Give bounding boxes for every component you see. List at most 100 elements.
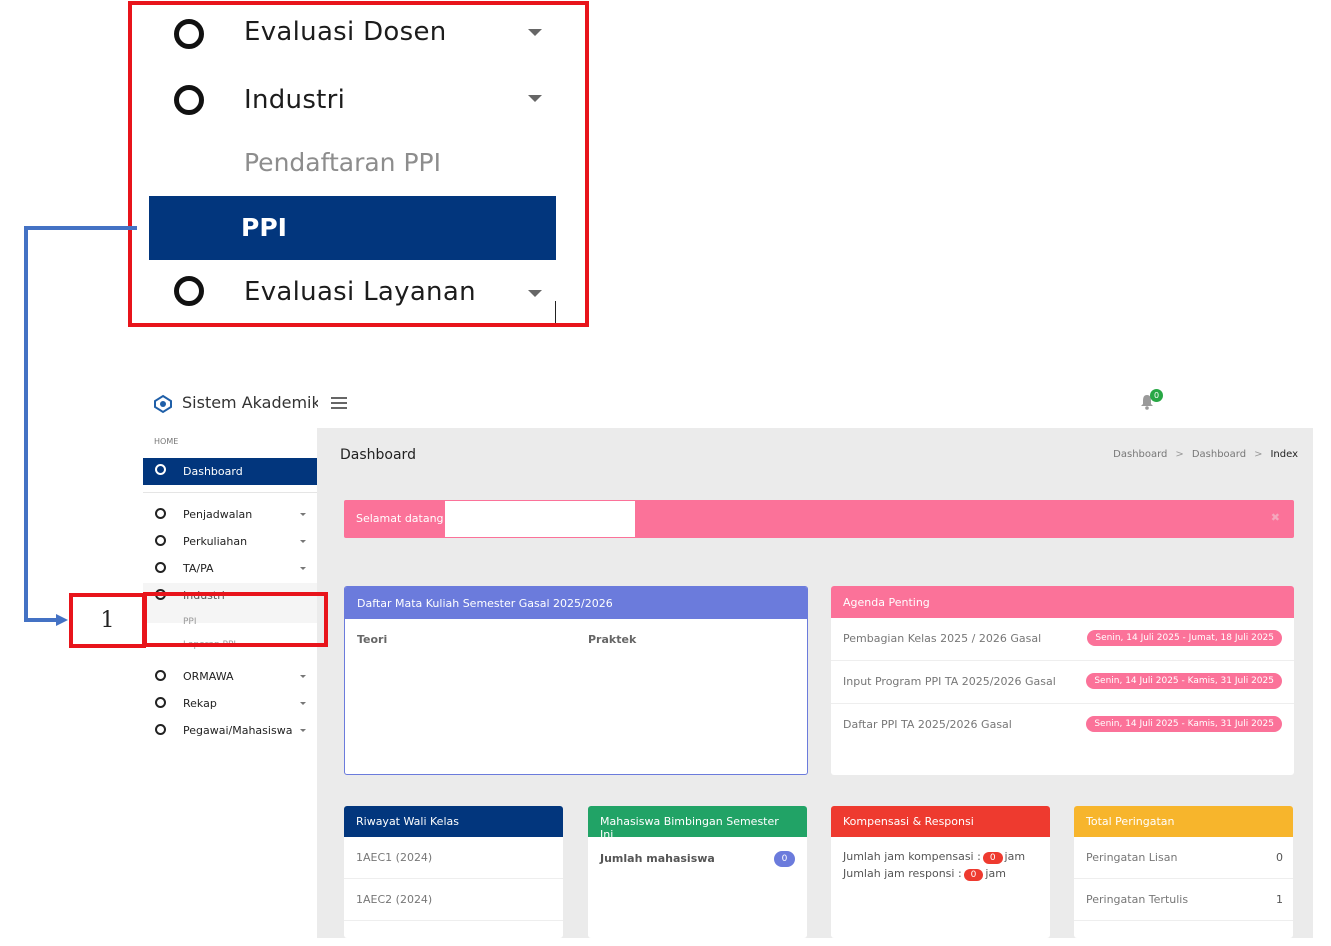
- step-number-box: 1: [69, 593, 146, 648]
- list-item-label: Peringatan Tertulis: [1086, 893, 1189, 906]
- responsi-line: Jumlah jam responsi :0 jam: [843, 867, 1006, 881]
- list-item-label: 1AEC1 (2024): [356, 851, 433, 864]
- caret-down-icon: [300, 567, 306, 570]
- main-content: Dashboard Dashboard > Dashboard > Index Sela…: [317, 428, 1313, 938]
- responsi-label: Jumlah jam responsi :: [843, 867, 962, 880]
- agenda-label: Pembagian Kelas 2025 / 2026 Gasal: [843, 632, 1042, 645]
- breadcrumb-link[interactable]: Dashboard: [1113, 449, 1167, 460]
- sidebar-item-label: Rekap: [183, 697, 217, 710]
- unit-label: jam: [1004, 850, 1026, 863]
- card-title: Riwayat Wali Kelas: [344, 806, 563, 837]
- circle-icon: [155, 508, 166, 519]
- bimbingan-label: Jumlah mahasiswa: [600, 852, 715, 865]
- sidebar-section-label: HOME: [154, 437, 179, 446]
- sidebar-item-penjadwalan[interactable]: Penjadwalan: [143, 502, 317, 526]
- caret-down-icon: [528, 95, 542, 102]
- close-icon[interactable]: ✖: [1271, 511, 1280, 524]
- count-badge: 0: [774, 851, 795, 867]
- page-title: Dashboard: [340, 447, 416, 463]
- agenda-label: Daftar PPI TA 2025/2026 Gasal: [843, 718, 1012, 731]
- list-item-label: Peringatan Lisan: [1086, 851, 1178, 864]
- top-bar: Sistem Akademik 0: [143, 380, 1313, 428]
- callout-label: PPI: [241, 213, 287, 242]
- card-title: Total Peringatan: [1074, 806, 1293, 837]
- callout-item-evaluasi-dosen: Evaluasi Dosen: [148, 2, 560, 66]
- card-kompensasi-responsi: Kompensasi & Responsi Jumlah jam kompens…: [831, 806, 1050, 938]
- welcome-text: Selamat datang: [356, 512, 444, 525]
- card-title: Agenda Penting: [831, 586, 1294, 618]
- card-mata-kuliah: Daftar Mata Kuliah Semester Gasal 2025/2…: [344, 586, 808, 775]
- caret-down-icon: [300, 513, 306, 516]
- text-cursor: [555, 301, 556, 323]
- date-badge: Senin, 14 Juli 2025 - Kamis, 31 Juli 202…: [1086, 716, 1282, 732]
- callout-label: Evaluasi Layanan: [244, 277, 476, 307]
- agenda-row: Pembagian Kelas 2025 / 2026 Gasal Senin,…: [831, 618, 1294, 661]
- list-item-value: 1: [1276, 893, 1283, 906]
- circle-icon: [155, 724, 166, 735]
- sidebar-item-ta-pa[interactable]: TA/PA: [143, 556, 317, 580]
- circle-icon: [174, 19, 204, 49]
- sidebar: HOME Dashboard Penjadwalan Perkuliahan T…: [143, 428, 317, 938]
- callout-item-evaluasi-layanan: Evaluasi Layanan: [148, 262, 560, 326]
- list-item-value: 0: [1276, 851, 1283, 864]
- caret-down-icon: [300, 675, 306, 678]
- sidebar-item-rekap[interactable]: Rekap: [143, 691, 317, 715]
- card-title: Mahasiswa Bimbingan Semester Ini: [588, 806, 807, 841]
- sidebar-item-pegawai-mahasiswa[interactable]: Pegawai/Mahasiswa: [143, 718, 317, 742]
- card-riwayat-wali-kelas: Riwayat Wali Kelas 1AEC1 (2024) 1AEC2 (2…: [344, 806, 563, 938]
- connector-line: [24, 226, 28, 620]
- breadcrumb-current: Index: [1270, 449, 1298, 460]
- kompensasi-line: Jumlah jam kompensasi :0 jam: [843, 850, 1025, 864]
- hamburger-menu-icon[interactable]: [331, 397, 347, 409]
- sidebar-item-perkuliahan[interactable]: Perkuliahan: [143, 529, 317, 553]
- list-item: 1AEC1 (2024): [344, 837, 563, 879]
- agenda-label: Input Program PPI TA 2025/2026 Gasal: [843, 675, 1056, 688]
- breadcrumb-link[interactable]: Dashboard: [1192, 449, 1246, 460]
- column-header-praktek: Praktek: [588, 633, 637, 646]
- circle-icon: [155, 562, 166, 573]
- caret-down-icon: [300, 540, 306, 543]
- arrow-right-icon: [56, 614, 68, 626]
- connector-line: [24, 618, 58, 622]
- sidebar-item-label: TA/PA: [183, 562, 214, 575]
- date-badge: Senin, 14 Juli 2025 - Jumat, 18 Juli 202…: [1087, 630, 1282, 646]
- sidebar-item-label: ORMAWA: [183, 670, 234, 683]
- callout-label: Evaluasi Dosen: [244, 17, 447, 47]
- list-item: Peringatan Lisan 0: [1074, 837, 1293, 879]
- caret-down-icon: [300, 729, 306, 732]
- sidebar-item-dashboard[interactable]: Dashboard: [143, 458, 317, 485]
- welcome-name-area: [445, 501, 635, 537]
- notification-badge: 0: [1150, 389, 1163, 402]
- card-title: Kompensasi & Responsi: [831, 806, 1050, 837]
- column-header-teori: Teori: [357, 633, 388, 646]
- circle-icon: [174, 276, 204, 306]
- kompensasi-label: Jumlah jam kompensasi :: [843, 850, 981, 863]
- count-badge: 0: [963, 869, 984, 881]
- agenda-row: Input Program PPI TA 2025/2026 Gasal Sen…: [831, 661, 1294, 704]
- circle-icon: [155, 464, 166, 475]
- logo-icon: [154, 394, 172, 414]
- agenda-row: Daftar PPI TA 2025/2026 Gasal Senin, 14 …: [831, 704, 1294, 747]
- card-title: Daftar Mata Kuliah Semester Gasal 2025/2…: [345, 587, 807, 619]
- circle-icon: [174, 85, 204, 115]
- list-item: 1AEC2 (2024): [344, 879, 563, 921]
- circle-icon: [155, 535, 166, 546]
- list-item-label: 1AEC2 (2024): [356, 893, 433, 906]
- card-total-peringatan: Total Peringatan Peringatan Lisan 0 Peri…: [1074, 806, 1293, 938]
- welcome-alert: Selamat datang ✖: [344, 500, 1294, 538]
- circle-icon: [155, 697, 166, 708]
- breadcrumb-separator: >: [1254, 449, 1263, 460]
- sidebar-item-label: Penjadwalan: [183, 508, 253, 521]
- highlight-box: [143, 592, 328, 647]
- caret-down-icon: [528, 290, 542, 297]
- callout-item-pendaftaran-ppi: Pendaftaran PPI: [148, 132, 560, 196]
- card-mahasiswa-bimbingan: Mahasiswa Bimbingan Semester Ini Jumlah …: [588, 806, 807, 938]
- sidebar-item-ormawa[interactable]: ORMAWA: [143, 664, 317, 688]
- callout-label: Industri: [244, 85, 346, 115]
- card-agenda: Agenda Penting Pembagian Kelas 2025 / 20…: [831, 586, 1294, 775]
- step-number: 1: [100, 608, 115, 633]
- sidebar-item-label: Perkuliahan: [183, 535, 248, 548]
- sidebar-item-label: Pegawai/Mahasiswa: [183, 724, 293, 737]
- connector-line: [24, 226, 137, 230]
- circle-icon: [155, 670, 166, 681]
